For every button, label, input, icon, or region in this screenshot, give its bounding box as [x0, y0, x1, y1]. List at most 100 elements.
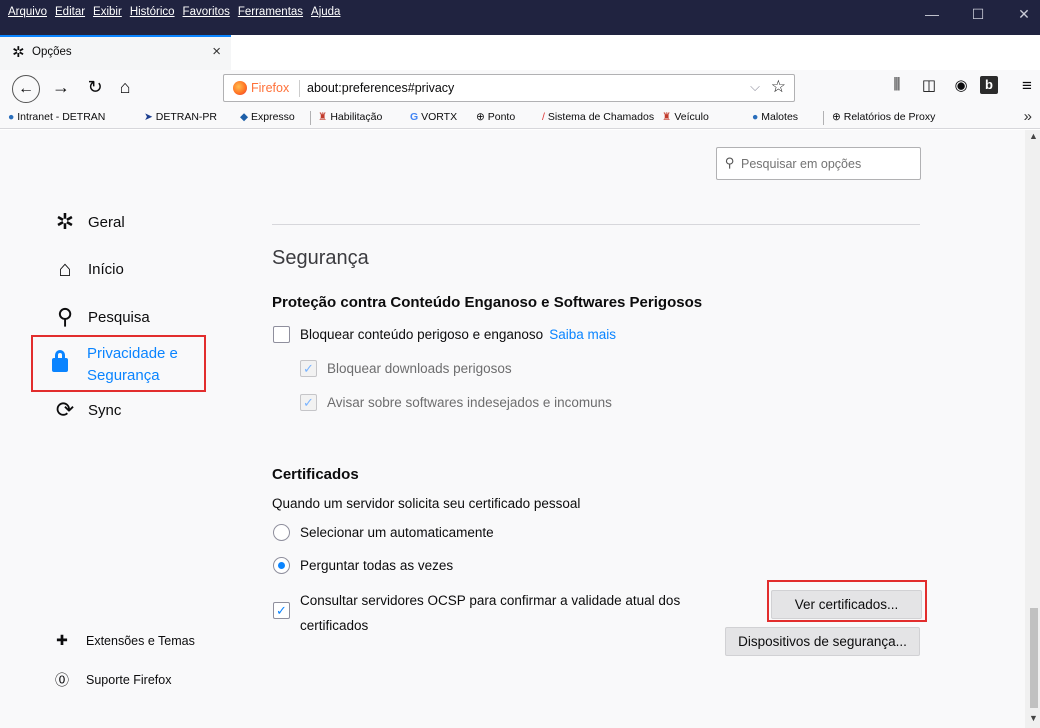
- forward-button[interactable]: →: [48, 77, 74, 98]
- bookmark-separator: [823, 111, 824, 125]
- addon-b-icon[interactable]: b: [980, 76, 998, 94]
- menu-favoritos[interactable]: Favoritos: [179, 6, 234, 22]
- menu-arquivo[interactable]: Arquivo: [4, 6, 51, 22]
- bookmark-label: Expresso: [251, 111, 295, 123]
- new-tab-button[interactable]: +: [238, 36, 266, 62]
- extension-icon[interactable]: ◉: [950, 76, 972, 94]
- globe-icon: ●: [8, 111, 15, 123]
- maximize-button[interactable]: ☐: [958, 6, 998, 23]
- sidebar-item-label: Início: [88, 260, 124, 278]
- sidebar-footer-label: Suporte Firefox: [86, 673, 172, 687]
- sidebar-footer-label: Extensões e Temas: [86, 633, 195, 648]
- bookmark-label: DETRAN-PR: [155, 111, 217, 123]
- tab-close-button[interactable]: ×: [212, 43, 221, 60]
- url-text[interactable]: about:preferences#privacy: [307, 81, 454, 95]
- security-devices-button[interactable]: Dispositivos de segurança...: [725, 627, 920, 656]
- minimize-button[interactable]: —: [912, 6, 952, 22]
- menu-bar: Arquivo Editar Exibir Histórico Favorito…: [4, 6, 344, 22]
- bookmarks-toolbar: ● Intranet - DETRAN ➤ DETRAN-PR ◆ Expres…: [0, 107, 1040, 129]
- bookmark-label: Habilitação: [330, 111, 383, 123]
- sidebar-item-pesquisa[interactable]: ⚲ Pesquisa: [52, 304, 150, 330]
- warn-unwanted-checkbox[interactable]: ✓: [300, 394, 317, 411]
- search-placeholder: Pesquisar em opções: [741, 157, 862, 171]
- firefox-icon: [233, 81, 247, 95]
- back-button[interactable]: ←: [12, 75, 40, 103]
- block-dangerous-text: Bloquear conteúdo perigoso e enganoso: [300, 327, 544, 342]
- bookmark-sistema-chamados[interactable]: / Sistema de Chamados: [542, 111, 654, 123]
- home-button[interactable]: ⌂: [112, 77, 138, 98]
- reload-button[interactable]: ↻: [82, 77, 108, 98]
- bookmark-label: Malotes: [761, 111, 799, 123]
- bookmark-vortx[interactable]: G VORTX: [410, 111, 457, 123]
- globe-icon: ●: [752, 111, 759, 123]
- ask-every-radio[interactable]: [273, 557, 290, 574]
- search-icon: ⚲: [725, 155, 735, 170]
- menu-editar[interactable]: Editar: [51, 6, 89, 22]
- block-dangerous-checkbox[interactable]: [273, 326, 290, 343]
- bookmark-veiculo[interactable]: ♜ Veículo: [662, 111, 709, 123]
- ask-every-label[interactable]: Perguntar todas as vezes: [300, 558, 453, 573]
- menu-exibir[interactable]: Exibir: [89, 6, 126, 22]
- search-icon: ⚲: [56, 304, 74, 329]
- url-bar[interactable]: Firefox about:preferences#privacy ⌵ ☆: [223, 74, 795, 102]
- security-heading: Segurança: [272, 247, 369, 269]
- title-bar: Arquivo Editar Exibir Histórico Favorito…: [0, 0, 1040, 35]
- expresso-icon: ◆: [240, 111, 249, 123]
- menu-ajuda[interactable]: Ajuda: [307, 6, 344, 22]
- block-dangerous-label[interactable]: Bloquear conteúdo perigoso e enganoso Sai…: [300, 327, 616, 342]
- search-options-input[interactable]: ⚲ Pesquisar em opções: [716, 147, 921, 180]
- sidebar-item-privacidade[interactable]: Privacidade e Segurança: [87, 343, 197, 387]
- tab-title: Opções: [32, 46, 72, 58]
- sidebar-extensions[interactable]: ✚ Extensões e Temas: [52, 632, 195, 649]
- scroll-down-icon[interactable]: ▼: [1029, 713, 1038, 723]
- identity-label: Firefox: [251, 81, 290, 95]
- lock-icon: [52, 350, 68, 372]
- sidebar-item-geral[interactable]: ✲ Geral: [52, 209, 125, 235]
- scroll-up-icon[interactable]: ▲: [1029, 131, 1038, 141]
- bookmark-label: Veículo: [674, 111, 709, 123]
- ocsp-checkbox[interactable]: ✓: [273, 602, 290, 619]
- bookmarks-overflow-icon[interactable]: »: [1024, 108, 1032, 125]
- learn-more-link[interactable]: Saiba mais: [549, 327, 616, 342]
- puzzle-icon: ✚: [56, 632, 68, 648]
- warn-unwanted-label[interactable]: Avisar sobre softwares indesejados e inc…: [327, 395, 612, 410]
- lock-body: [52, 358, 68, 372]
- bookmark-habilitacao[interactable]: ♜ Habilitação: [318, 111, 382, 123]
- bookmark-relatorios-proxy[interactable]: ⊕ Relatórios de Proxy: [832, 111, 935, 123]
- menu-historico[interactable]: Histórico: [126, 6, 179, 22]
- bookmark-intranet[interactable]: ● Intranet - DETRAN: [8, 111, 105, 123]
- bookmark-expresso[interactable]: ◆ Expresso: [240, 111, 295, 123]
- star-icon[interactable]: ☆: [771, 77, 786, 97]
- bookmark-detran-pr[interactable]: ➤ DETRAN-PR: [144, 111, 217, 123]
- auto-select-label[interactable]: Selecionar um automaticamente: [300, 525, 494, 540]
- sidebar-item-inicio[interactable]: ⌂ Início: [52, 256, 124, 282]
- chevron-down-icon[interactable]: ⌵: [750, 79, 760, 95]
- close-window-button[interactable]: ✕: [1004, 6, 1040, 23]
- globe-icon: ⊕: [476, 111, 485, 123]
- highlight-view-certificates: [767, 580, 927, 622]
- sidebar-item-label: Sync: [88, 401, 122, 419]
- globe-icon: ⊕: [832, 111, 841, 123]
- block-downloads-label[interactable]: Bloquear downloads perigosos: [327, 361, 512, 376]
- help-icon: ⓪: [55, 672, 69, 688]
- library-icon[interactable]: ⫼: [886, 76, 908, 93]
- scrollbar-thumb[interactable]: [1030, 608, 1038, 708]
- sidebar-support[interactable]: ⓪ Suporte Firefox: [52, 670, 171, 690]
- gear-icon: ✲: [55, 209, 75, 234]
- home-icon: ⌂: [58, 256, 72, 281]
- bookmark-ponto[interactable]: ⊕ Ponto: [476, 111, 515, 123]
- block-downloads-checkbox[interactable]: ✓: [300, 360, 317, 377]
- auto-select-radio[interactable]: [273, 524, 290, 541]
- sidebar-item-sync[interactable]: ⟳ Sync: [52, 397, 122, 423]
- ocsp-label-line2[interactable]: certificados: [300, 618, 368, 633]
- menu-ferramentas[interactable]: Ferramentas: [234, 6, 307, 22]
- bookmark-label: Ponto: [487, 111, 516, 123]
- menu-icon[interactable]: ≡: [1016, 76, 1038, 96]
- bookmark-malotes[interactable]: ● Malotes: [752, 111, 798, 123]
- bookmark-label: Relatórios de Proxy: [843, 111, 936, 123]
- section-divider: [272, 224, 920, 225]
- bookmark-label: Sistema de Chamados: [547, 111, 655, 123]
- tab-options[interactable]: ✲ Opções ×: [0, 35, 231, 70]
- ocsp-label-line1[interactable]: Consultar servidores OCSP para confirmar…: [300, 593, 680, 608]
- sidebar-icon[interactable]: ◫: [918, 76, 940, 94]
